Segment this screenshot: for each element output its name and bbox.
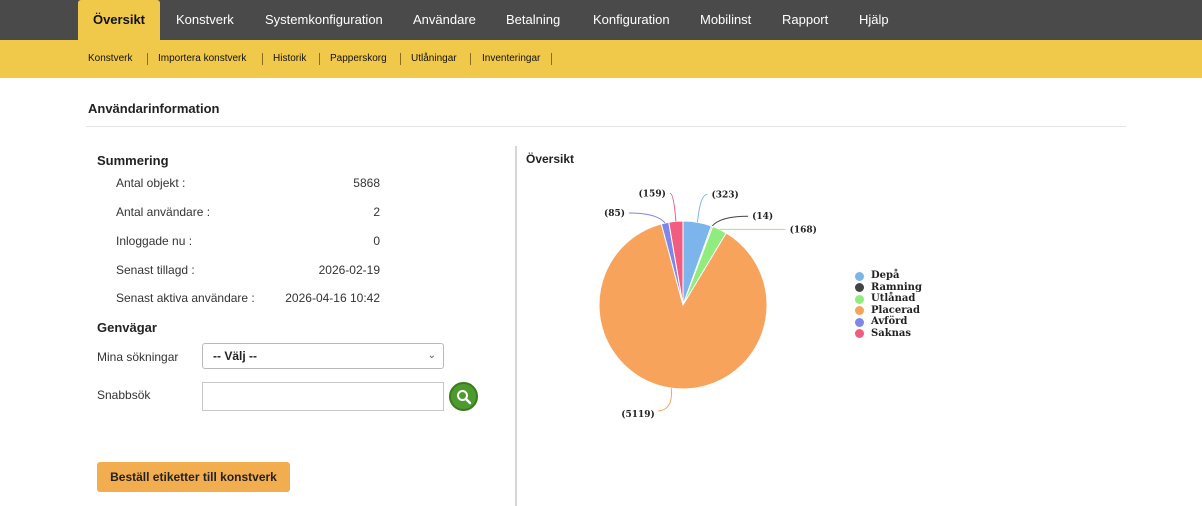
legend-label: Depå xyxy=(871,270,900,281)
pie-data-label-placerad: (5119) xyxy=(621,409,655,420)
legend-dot-icon xyxy=(855,306,864,315)
tab-konfiguration[interactable]: Konfiguration xyxy=(593,0,670,40)
legend-dot-icon xyxy=(855,294,864,304)
subnav-separator xyxy=(262,53,263,65)
chart-title: Översikt xyxy=(526,152,575,166)
legend-item-placerad[interactable]: Placerad xyxy=(855,305,922,317)
tab-mobilinst[interactable]: Mobilinst xyxy=(700,0,751,40)
column-divider xyxy=(515,146,517,506)
order-labels-button[interactable]: Beställ etiketter till konstverk xyxy=(97,462,290,492)
summary-label-antal-objekt: Antal objekt : xyxy=(116,176,186,190)
legend-label: Placerad xyxy=(871,304,920,316)
legend-item-avförd[interactable]: Avförd xyxy=(855,316,922,328)
my-searches-value: -- Välj -- xyxy=(213,349,257,363)
pie-data-label-depå: (323) xyxy=(711,189,738,200)
my-searches-label: Mina sökningar xyxy=(97,350,179,364)
legend-item-ramning[interactable]: Ramning xyxy=(855,282,922,294)
subnav-papperskorg[interactable]: Papperskorg xyxy=(330,40,387,78)
subnav-utlaningar[interactable]: Utlåningar xyxy=(411,40,457,78)
legend-dot-icon xyxy=(855,283,864,292)
pie-data-label-utlånad: (168) xyxy=(790,224,817,235)
page-title: Användarinformation xyxy=(88,101,220,116)
subnav-separator xyxy=(470,53,471,65)
subnav-separator xyxy=(551,53,552,65)
sub-nav: Konstverk Importera konstverk Historik P… xyxy=(0,40,1202,78)
quick-search-input[interactable] xyxy=(202,382,444,411)
legend-label: Saknas xyxy=(871,327,912,339)
legend-dot-icon xyxy=(855,329,864,338)
pie-connector-avförd xyxy=(629,212,666,224)
summary-label-inloggade-nu: Inloggade nu : xyxy=(116,234,193,248)
pie-chart: (323) (14) (168) (5119) (85) (159) xyxy=(598,188,817,420)
legend-dot-icon xyxy=(855,317,864,327)
tab-betalning[interactable]: Betalning xyxy=(506,0,560,40)
pie-connector-placerad xyxy=(657,388,673,412)
subnav-historik[interactable]: Historik xyxy=(273,40,306,78)
subnav-separator xyxy=(400,53,401,65)
tab-konstverk[interactable]: Konstverk xyxy=(176,0,234,40)
summary-value-antal-objekt: 5868 xyxy=(353,176,380,190)
pie-connector-depå xyxy=(696,193,708,223)
subnav-separator xyxy=(319,53,320,65)
pie-data-label-avförd: (85) xyxy=(604,208,625,219)
tab-oversikt[interactable]: Översikt xyxy=(78,0,160,40)
shortcuts-heading: Genvägar xyxy=(97,320,157,335)
tab-anvandare[interactable]: Användare xyxy=(413,0,476,40)
pie-data-label-ramning: (14) xyxy=(752,211,773,222)
summary-label-senast-tillagd: Senast tillagd : xyxy=(116,263,195,277)
summary-value-antal-anvandare: 2 xyxy=(373,205,380,219)
legend-dot-icon xyxy=(855,271,864,281)
chevron-down-icon: ⌄ xyxy=(427,350,436,361)
subnav-konstverk[interactable]: Konstverk xyxy=(88,40,132,78)
tab-systemkonfiguration[interactable]: Systemkonfiguration xyxy=(265,0,383,40)
legend-item-depå[interactable]: Depå xyxy=(855,270,922,282)
legend-label: Ramning xyxy=(871,281,922,293)
pie-connector-ramning xyxy=(711,215,749,227)
summary-heading: Summering xyxy=(97,153,169,168)
quick-search-button[interactable] xyxy=(449,382,478,411)
summary-value-senast-tillagd: 2026-02-19 xyxy=(318,263,380,277)
pie-connector-saknas xyxy=(669,192,677,222)
summary-value-inloggade-nu: 0 xyxy=(373,234,380,248)
subnav-inventeringar[interactable]: Inventeringar xyxy=(482,40,540,78)
my-searches-select[interactable]: -- Välj -- ⌄ xyxy=(202,343,444,369)
legend-label: Avförd xyxy=(871,316,908,327)
legend-item-saknas[interactable]: Saknas xyxy=(855,328,922,340)
subnav-importera-konstverk[interactable]: Importera konstverk xyxy=(158,40,246,78)
magnifier-icon xyxy=(457,390,472,405)
title-divider xyxy=(86,126,1126,127)
legend-label: Utlånad xyxy=(871,293,916,304)
pie-data-label-saknas: (159) xyxy=(639,188,666,199)
chart-legend: Depå Ramning Utlånad Placerad Avförd Saknas xyxy=(855,270,922,339)
subnav-separator xyxy=(147,53,148,65)
legend-item-utlånad[interactable]: Utlånad xyxy=(855,293,922,305)
quick-search-label: Snabbsök xyxy=(97,388,151,402)
tab-hjalp[interactable]: Hjälp xyxy=(859,0,889,40)
summary-label-antal-anvandare: Antal användare : xyxy=(116,205,211,219)
summary-label-senast-aktiva: Senast aktiva användare : xyxy=(116,291,255,305)
tab-rapport[interactable]: Rapport xyxy=(782,0,828,40)
summary-value-senast-aktiva: 2026-04-16 10:42 xyxy=(285,291,380,305)
main-nav: Översikt Konstverk Systemkonfiguration A… xyxy=(0,0,1202,40)
